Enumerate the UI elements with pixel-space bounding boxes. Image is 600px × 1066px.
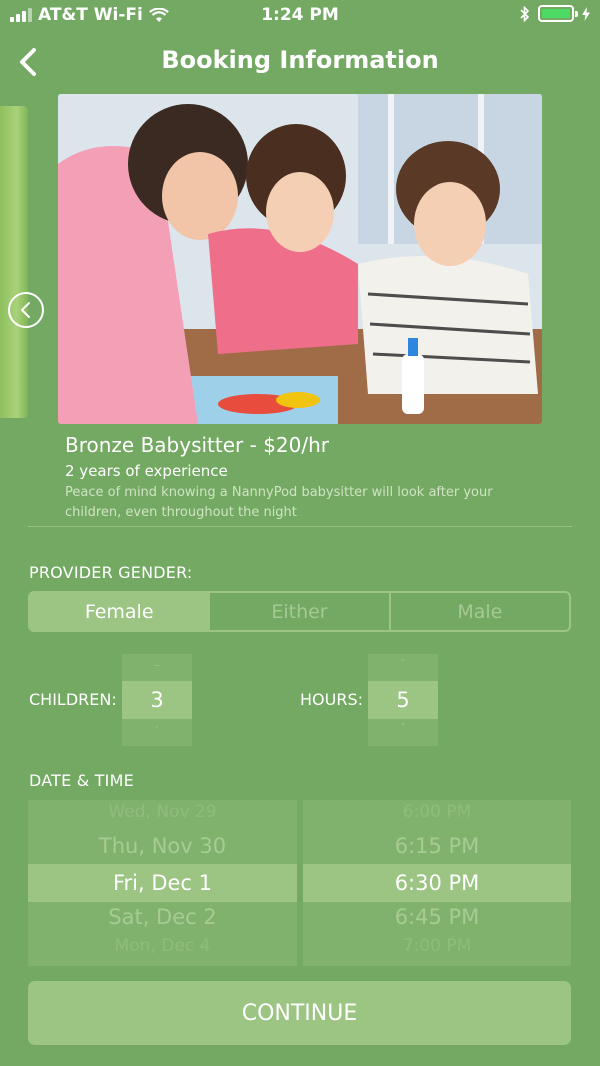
picker-ghost-above: – bbox=[154, 658, 160, 672]
charging-icon bbox=[582, 6, 590, 21]
children-value: 3 bbox=[122, 681, 192, 719]
time-picker[interactable]: 6:00 PM 6:15 PM 6:30 PM 6:45 PM 7:00 PM bbox=[303, 800, 571, 966]
date-option[interactable]: Sat, Dec 2 bbox=[28, 905, 297, 929]
picker-ghost-below: ˑ bbox=[154, 722, 160, 736]
picker-ghost-above: ˉ bbox=[400, 658, 406, 672]
gender-option-male[interactable]: Male bbox=[388, 593, 569, 630]
gender-segmented-control: Female Either Male bbox=[28, 591, 571, 632]
status-time: 1:24 PM bbox=[261, 5, 339, 25]
date-option[interactable]: Thu, Nov 30 bbox=[28, 834, 297, 858]
picker-ghost-below: ˇ bbox=[400, 722, 406, 736]
datetime-label: DATE & TIME bbox=[29, 771, 134, 790]
battery-icon bbox=[538, 5, 578, 22]
time-option[interactable]: 7:00 PM bbox=[303, 936, 571, 956]
provider-description: Peace of mind knowing a NannyPod babysit… bbox=[65, 485, 493, 520]
provider-photo bbox=[58, 94, 542, 424]
chevron-left-icon bbox=[20, 302, 30, 318]
date-selected[interactable]: Fri, Dec 1 bbox=[28, 864, 297, 902]
provider-experience: 2 years of experience bbox=[65, 462, 228, 480]
children-label: CHILDREN: bbox=[29, 690, 117, 709]
gender-option-either[interactable]: Either bbox=[208, 593, 388, 630]
divider bbox=[28, 526, 572, 527]
status-right bbox=[520, 5, 590, 22]
provider-name: Bronze Babysitter - $20/hr bbox=[65, 433, 330, 457]
hours-picker[interactable]: ˉ 5 ˇ bbox=[368, 654, 438, 746]
date-option[interactable]: Mon, Dec 4 bbox=[28, 936, 297, 956]
date-picker[interactable]: Wed, Nov 29 Thu, Nov 30 Fri, Dec 1 Sat, … bbox=[28, 800, 297, 966]
time-selected[interactable]: 6:30 PM bbox=[303, 864, 571, 902]
time-option[interactable]: 6:15 PM bbox=[303, 834, 571, 858]
carousel-prev-button[interactable] bbox=[8, 292, 44, 328]
hours-value: 5 bbox=[368, 681, 438, 719]
bluetooth-icon bbox=[520, 5, 530, 22]
date-option[interactable]: Wed, Nov 29 bbox=[28, 802, 297, 822]
time-option[interactable]: 6:00 PM bbox=[303, 802, 571, 822]
continue-button[interactable]: CONTINUE bbox=[28, 981, 571, 1045]
nav-bar: Booking Information bbox=[0, 38, 600, 86]
provider-photo-illustration bbox=[58, 94, 542, 424]
page-title: Booking Information bbox=[161, 46, 439, 74]
previous-card-peek[interactable] bbox=[0, 106, 28, 418]
gender-option-female[interactable]: Female bbox=[30, 593, 209, 630]
children-picker[interactable]: – 3 ˑ bbox=[122, 654, 192, 746]
time-option[interactable]: 6:45 PM bbox=[303, 905, 571, 929]
gender-label: PROVIDER GENDER: bbox=[29, 563, 193, 582]
status-bar: AT&T Wi-Fi 1:24 PM bbox=[0, 0, 600, 32]
hours-label: HOURS: bbox=[300, 690, 363, 709]
